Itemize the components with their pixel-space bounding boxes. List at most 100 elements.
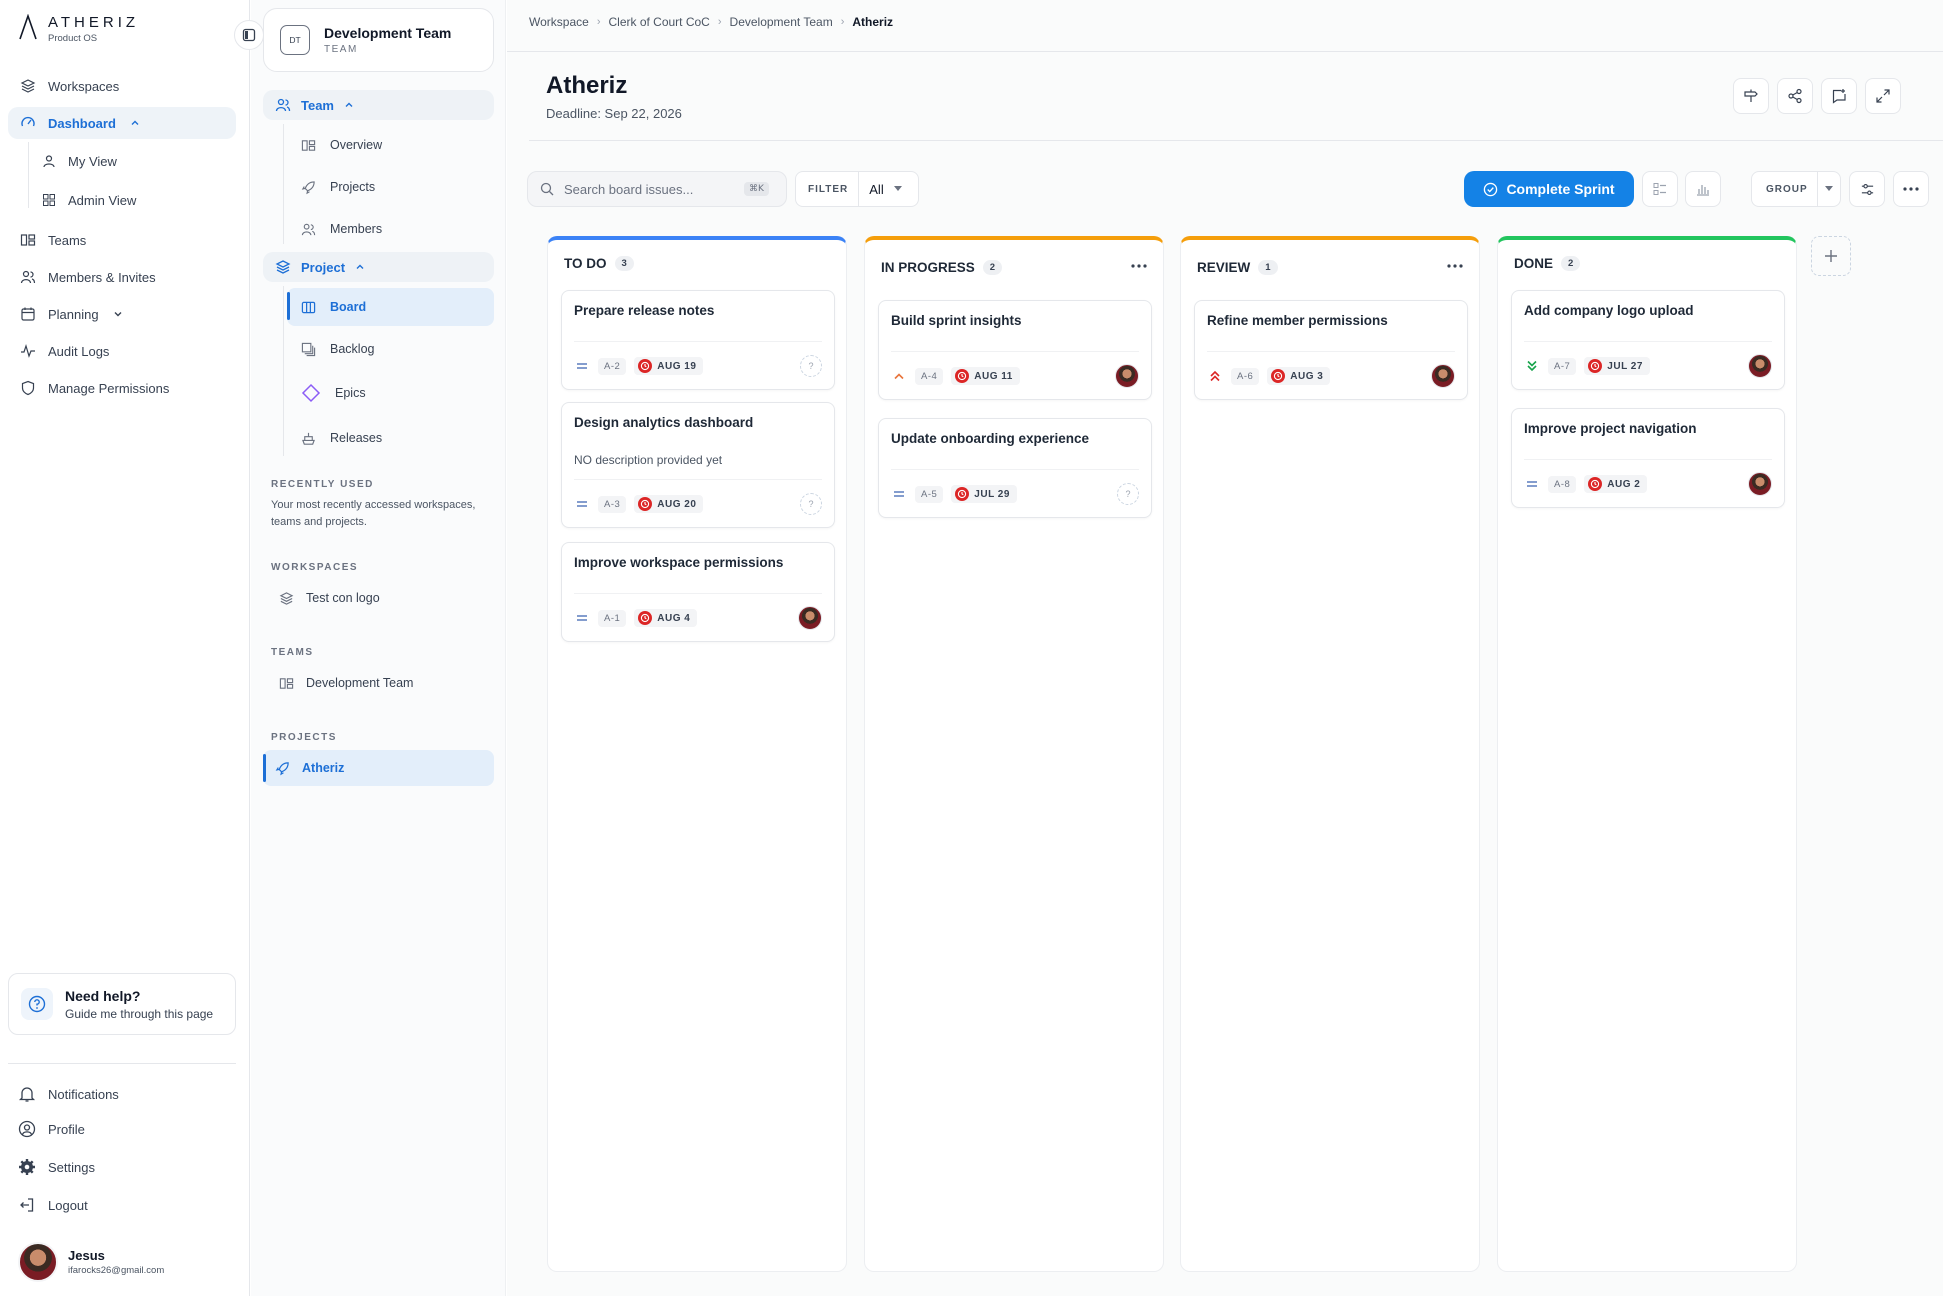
assignee-avatar[interactable]: [1748, 354, 1772, 378]
clock-icon: [955, 369, 970, 383]
issue-title: Improve workspace permissions: [574, 555, 784, 570]
board-search[interactable]: ⌘K: [527, 171, 787, 207]
due-date-badge: AUG 11: [951, 367, 1020, 385]
complete-sprint-button[interactable]: Complete Sprint: [1464, 171, 1634, 207]
column-title: DONE: [1514, 256, 1554, 271]
issue-key: A-4: [915, 367, 944, 385]
breadcrumb-separator: ›: [717, 16, 722, 28]
project-backlog[interactable]: Backlog: [287, 331, 494, 367]
list-view-button[interactable]: [1642, 171, 1678, 207]
issue-key: A-1: [598, 609, 627, 627]
nav-manage-permissions[interactable]: Manage Permissions: [8, 372, 236, 404]
breadcrumb-workspace[interactable]: Workspace: [529, 15, 589, 29]
priority-medium-icon: [891, 490, 907, 498]
gauge-icon: [21, 116, 35, 127]
assignee-avatar[interactable]: [1431, 364, 1455, 388]
issue-card[interactable]: Prepare release notes A-2 AUG 19?: [561, 290, 835, 390]
issue-title: Update onboarding experience: [891, 431, 1090, 446]
project-releases[interactable]: Releases: [287, 420, 494, 456]
project-section-toggle[interactable]: Project: [263, 252, 494, 282]
team-overview[interactable]: Overview: [287, 127, 494, 163]
user-profile[interactable]: Jesus ifarocks26@gmail.com: [18, 1242, 164, 1282]
recent-description: Your most recently accessed workspaces, …: [271, 499, 476, 528]
filter-value-text: All: [869, 181, 884, 197]
roadmap-button[interactable]: [1733, 78, 1769, 114]
breadcrumb-team[interactable]: Development Team: [730, 15, 833, 29]
add-column-button[interactable]: [1811, 236, 1851, 276]
nav-planning[interactable]: Planning: [8, 298, 236, 330]
issue-card[interactable]: Improve project navigation A-8 AUG 2: [1511, 408, 1785, 508]
insights-button[interactable]: [1685, 171, 1721, 207]
question-icon: [28, 995, 46, 1013]
unassigned-avatar[interactable]: ?: [800, 355, 822, 377]
project-deadline: Deadline: Sep 22, 2026: [546, 106, 682, 121]
sidebar-toggle-icon: [242, 28, 256, 42]
help-card[interactable]: Need help? Guide me through this page: [8, 973, 236, 1035]
nav-teams[interactable]: Teams: [8, 224, 236, 256]
assignee-avatar[interactable]: [1748, 472, 1772, 496]
assignee-avatar[interactable]: [798, 606, 822, 630]
group-select[interactable]: GROUP: [1751, 171, 1841, 207]
feedback-button[interactable]: [1821, 78, 1857, 114]
item-label: Releases: [330, 431, 383, 445]
issue-card[interactable]: Update onboarding experience A-5 JUL 29?: [878, 418, 1152, 518]
nav-admin-view[interactable]: Admin View: [28, 185, 228, 215]
board-settings-button[interactable]: [1849, 171, 1885, 207]
recent-team[interactable]: Development Team: [275, 668, 494, 698]
breadcrumb-workspace-name[interactable]: Clerk of Court CoC: [608, 15, 709, 29]
filter-select[interactable]: FILTER All: [795, 171, 919, 207]
nav-my-view[interactable]: My View: [28, 146, 228, 176]
column-menu-button[interactable]: [1131, 264, 1147, 268]
nav-workspaces[interactable]: Workspaces: [8, 70, 236, 102]
main-content: Workspace › Clerk of Court CoC › Develop…: [507, 0, 1943, 1296]
card-divider: [574, 593, 822, 594]
issue-card[interactable]: Add company logo upload A-7 JUL 27: [1511, 290, 1785, 390]
nav-settings[interactable]: Settings: [18, 1153, 95, 1181]
card-divider: [574, 479, 822, 480]
breadcrumb-current: Atheriz: [852, 15, 894, 29]
issue-card[interactable]: Refine member permissions A-6 AUG 3: [1194, 300, 1468, 400]
section-line: [283, 124, 284, 244]
column-menu-button[interactable]: [1447, 264, 1463, 268]
brand[interactable]: ATHERIZ Product OS: [18, 14, 139, 44]
team-projects[interactable]: Projects: [287, 169, 494, 205]
priority-medium-icon: [574, 614, 590, 622]
nav-logout[interactable]: Logout: [18, 1191, 88, 1219]
due-date-text: AUG 19: [657, 360, 697, 372]
due-date-badge: AUG 2: [1584, 475, 1648, 493]
nav-profile[interactable]: Profile: [18, 1115, 85, 1143]
issue-card[interactable]: Improve workspace permissions A-1 AUG 4: [561, 542, 835, 642]
bar-chart-icon: [1697, 185, 1709, 196]
nav-notifications[interactable]: Notifications: [18, 1080, 119, 1108]
team-members[interactable]: Members: [287, 211, 494, 247]
section-line: [283, 286, 284, 456]
more-options-button[interactable]: [1893, 171, 1929, 207]
search-input[interactable]: [564, 181, 734, 197]
search-shortcut: ⌘K: [744, 182, 769, 196]
unassigned-avatar[interactable]: ?: [1117, 483, 1139, 505]
unassigned-avatar[interactable]: ?: [800, 493, 822, 515]
collapse-sidebar-button[interactable]: [234, 20, 264, 50]
nav-dashboard[interactable]: Dashboard: [8, 107, 236, 139]
recent-project[interactable]: Atheriz: [263, 750, 494, 786]
card-divider: [1207, 351, 1455, 352]
share-button[interactable]: [1777, 78, 1813, 114]
project-board[interactable]: Board: [287, 288, 494, 326]
team-switcher[interactable]: DT Development Team TEAM: [263, 8, 494, 72]
project-epics[interactable]: Epics: [287, 375, 494, 411]
clock-icon: [638, 611, 653, 625]
recent-workspace[interactable]: Test con logo: [275, 583, 494, 613]
nav-label: Notifications: [48, 1086, 119, 1102]
nav-audit-logs[interactable]: Audit Logs: [8, 335, 236, 367]
issue-card[interactable]: Design analytics dashboard NO description…: [561, 402, 835, 528]
nav-members[interactable]: Members & Invites: [8, 261, 236, 293]
fullscreen-button[interactable]: [1865, 78, 1901, 114]
link-label: Atheriz: [302, 761, 345, 775]
issue-card[interactable]: Build sprint insights A-4 AUG 11: [878, 300, 1152, 400]
team-section-toggle[interactable]: Team: [263, 90, 494, 120]
issue-meta: A-5 JUL 29: [891, 485, 1017, 503]
due-date-badge: AUG 4: [634, 609, 698, 627]
assignee-avatar[interactable]: [1115, 364, 1139, 388]
issue-title: Improve project navigation: [1524, 421, 1697, 436]
team-badge: DT: [280, 25, 310, 55]
